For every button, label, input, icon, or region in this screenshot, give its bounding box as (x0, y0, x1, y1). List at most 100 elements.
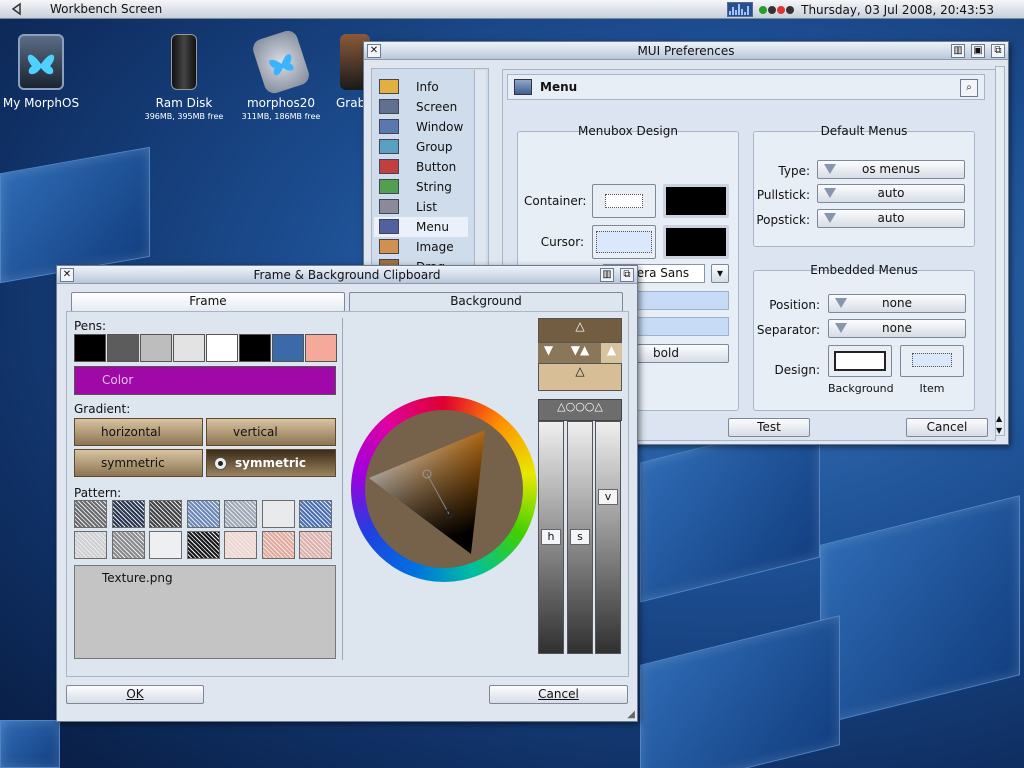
pullstick-cycle[interactable]: auto (817, 184, 965, 203)
color-wheel[interactable] (351, 396, 537, 582)
tray-icons (759, 3, 795, 17)
gradient-vertical-button[interactable]: vertical (206, 418, 336, 446)
tri-down-icon[interactable]: ▼ (538, 343, 559, 363)
sidebar-item-image[interactable]: Image (374, 237, 468, 257)
pattern-swatch[interactable] (224, 531, 257, 559)
pattern-swatch[interactable] (186, 531, 220, 559)
cancel-button[interactable]: Cancel (489, 685, 628, 704)
pattern-swatch[interactable] (186, 500, 220, 528)
desktop-icon-morphos20[interactable]: morphos20 311MB, 186MB free (236, 28, 326, 121)
position-value: none (882, 296, 912, 310)
close-icon[interactable]: ✕ (367, 43, 381, 58)
sidebar-item-string[interactable]: String (374, 177, 468, 197)
desktop-icon-ramdisk[interactable]: Ram Disk 396MB, 395MB free (139, 34, 229, 121)
pen-swatch[interactable] (107, 334, 139, 362)
desktop-icon-sublabel: 311MB, 186MB free (241, 112, 321, 121)
pen-swatch[interactable] (239, 334, 271, 362)
pen-swatch[interactable] (173, 334, 205, 362)
hue-slider[interactable]: h (538, 421, 564, 654)
tri-double-icon[interactable]: ▼▲ (559, 343, 601, 363)
ok-button[interactable]: OK (66, 685, 204, 704)
value-slider[interactable]: v (595, 421, 621, 654)
pattern-swatch[interactable] (149, 531, 182, 559)
pattern-swatch[interactable] (111, 531, 145, 559)
scroll-down-icon[interactable]: ▼ (996, 426, 1002, 435)
pen-swatch[interactable] (140, 334, 172, 362)
pattern-swatch[interactable] (299, 500, 332, 528)
gradient-horizontal-button[interactable]: horizontal (74, 418, 203, 446)
pen-swatch[interactable] (272, 334, 304, 362)
color2-well[interactable]: △ (538, 363, 622, 391)
cursor-frame-button[interactable] (592, 225, 656, 259)
page-header: Menu ⌕ (507, 74, 985, 100)
pattern-swatch[interactable] (261, 531, 295, 559)
test-button[interactable]: Test (728, 418, 810, 437)
container-background-button[interactable] (663, 184, 729, 218)
scroll-up-icon[interactable]: ▲ (996, 414, 1002, 423)
resize-grip-icon[interactable]: ◢ (627, 709, 635, 720)
value-knob[interactable]: v (598, 489, 618, 505)
sidebar-item-info[interactable]: Info (374, 77, 468, 97)
cursor-background-button[interactable] (663, 225, 729, 259)
triangle-down-icon (824, 188, 836, 198)
window-titlebar[interactable]: ✕ Frame & Background Clipboard ▥ ⧉ (57, 266, 637, 284)
tab-background[interactable]: Background (349, 292, 623, 312)
sidebar-item-button[interactable]: Button (374, 157, 468, 177)
pattern-swatch[interactable] (149, 500, 182, 528)
font-popup-button[interactable]: ▾ (711, 264, 729, 283)
window-scrollbar[interactable]: ▲ ▼ (995, 66, 1005, 436)
sidebar-item-menu[interactable]: Menu (374, 217, 468, 237)
sidebar-scrollbar[interactable] (474, 70, 486, 272)
pen-swatch[interactable] (74, 334, 106, 362)
desktop-icon-grab[interactable]: Grab (318, 34, 370, 110)
sidebar-item-screen[interactable]: Screen (374, 97, 468, 117)
popstick-cycle[interactable]: auto (817, 209, 965, 228)
tri-up-icon[interactable]: ▲ (601, 343, 622, 363)
iconify-icon[interactable]: ▥ (951, 43, 965, 58)
pen-swatch[interactable] (305, 334, 337, 362)
search-icon[interactable]: ⌕ (960, 79, 978, 97)
sidebar-item-group[interactable]: Group (374, 137, 468, 157)
embedded-background-button[interactable] (828, 345, 892, 377)
window-titlebar[interactable]: ✕ MUI Preferences ▥ ▣ ⧉ (364, 42, 1008, 60)
desktop-icon-mymorphos[interactable]: My MorphOS (0, 34, 86, 110)
pattern-swatch[interactable] (74, 500, 107, 528)
pen-swatch[interactable] (206, 334, 238, 362)
close-icon[interactable]: ✕ (60, 267, 74, 282)
depth-icon[interactable]: ⧉ (620, 267, 634, 282)
depth-icon[interactable]: ⧉ (991, 43, 1005, 58)
sidebar-item-label: Window (416, 120, 464, 134)
gradient-label-text: symmetric (235, 456, 306, 470)
pattern-swatch[interactable] (74, 531, 107, 559)
iconify-icon[interactable]: ▥ (600, 267, 614, 282)
embedded-item-button[interactable] (900, 345, 964, 377)
gradient-symmetric-button[interactable]: symmetric (74, 449, 203, 477)
cancel-button[interactable]: Cancel (906, 418, 988, 437)
separator-cycle[interactable]: none (828, 319, 966, 338)
color1-well[interactable]: △ (538, 318, 622, 343)
container-frame-button[interactable] (592, 184, 656, 218)
color-field[interactable]: Color (74, 366, 336, 395)
bg-tile (640, 615, 840, 768)
background-label: Background (828, 382, 894, 395)
gradient-mode-buttons: ▼ ▼▲ ▲ (538, 343, 622, 363)
gradient-label: Gradient: (74, 402, 131, 416)
saturation-knob[interactable]: s (570, 529, 590, 545)
pattern-swatch[interactable] (261, 500, 295, 528)
pattern-swatch[interactable] (224, 500, 257, 528)
pattern-swatch[interactable] (299, 531, 332, 559)
gradient-symmetric-selected-button[interactable]: symmetric (206, 449, 336, 477)
sidebar-item-list[interactable]: List (374, 197, 468, 217)
color-triangle[interactable] (365, 410, 523, 568)
position-cycle[interactable]: none (828, 294, 966, 313)
type-cycle[interactable]: os menus (817, 160, 965, 179)
hue-knob[interactable]: h (541, 529, 561, 545)
screen-title: Workbench Screen (50, 2, 163, 16)
system-menu-icon[interactable] (10, 2, 24, 16)
sidebar-item-window[interactable]: Window (374, 117, 468, 137)
texture-field[interactable]: Texture.png (74, 565, 336, 659)
saturation-slider[interactable]: s (567, 421, 593, 654)
tab-frame[interactable]: Frame (71, 292, 345, 312)
zoom-icon[interactable]: ▣ (971, 43, 985, 58)
pattern-swatch[interactable] (111, 500, 145, 528)
